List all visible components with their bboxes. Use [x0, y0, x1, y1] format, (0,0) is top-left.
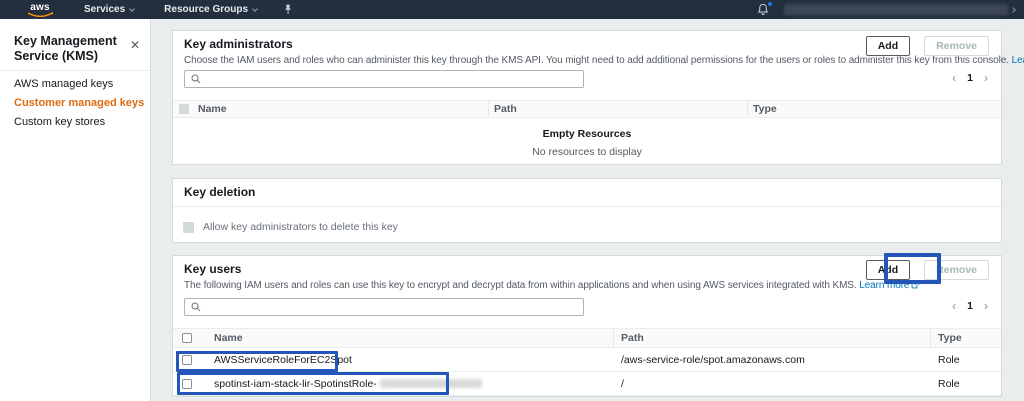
empty-state-message: No resources to display	[173, 146, 1001, 158]
key-deletion-title: Key deletion	[184, 185, 255, 199]
chevron-down-icon	[129, 6, 135, 12]
key-users-search[interactable]	[184, 298, 584, 316]
external-link-icon	[911, 281, 920, 292]
add-button[interactable]: Add	[866, 36, 910, 56]
key-users-section: Key users The following IAM users and ro…	[172, 255, 1002, 397]
remove-button[interactable]: Remove	[924, 260, 989, 280]
sidebar-item-customer-managed-keys[interactable]: Customer managed keys	[14, 94, 146, 113]
cell-name: AWSServiceRoleForEC2Spot	[214, 348, 352, 371]
notification-badge	[768, 2, 772, 6]
column-type: Type	[753, 101, 777, 117]
key-administrators-description: Choose the IAM users and roles who can a…	[184, 55, 1024, 67]
page-number[interactable]: 1	[967, 300, 973, 312]
key-administrators-actions: Add Remove	[866, 36, 989, 56]
key-administrators-title: Key administrators	[184, 37, 293, 51]
search-icon	[191, 74, 201, 84]
kms-sidebar: Key Management Service (KMS) ✕ AWS manag…	[0, 19, 151, 401]
previous-page-icon[interactable]: ‹	[952, 72, 956, 84]
table-header: Name Path Type	[173, 100, 1001, 118]
search-icon	[191, 302, 201, 312]
nav-services-label: Services	[84, 4, 125, 15]
sidebar-nav: AWS managed keys Customer managed keys C…	[14, 75, 146, 132]
learn-more-link[interactable]: Learn more	[859, 280, 909, 291]
next-page-icon[interactable]: ›	[984, 72, 988, 84]
table-header: Name Path Type	[173, 328, 1001, 348]
sidebar-item-custom-key-stores[interactable]: Custom key stores	[14, 113, 146, 132]
select-all-checkbox[interactable]	[179, 104, 189, 114]
key-users-actions: Add Remove	[866, 260, 989, 280]
column-type: Type	[938, 329, 962, 347]
empty-state: Empty Resources No resources to display	[173, 128, 1001, 158]
column-name: Name	[214, 329, 243, 347]
sidebar-divider	[0, 70, 150, 71]
column-divider	[613, 329, 614, 347]
bell-icon	[757, 3, 769, 16]
page-number[interactable]: 1	[967, 72, 973, 84]
key-users-title: Key users	[184, 262, 241, 276]
next-page-icon[interactable]: ›	[984, 300, 988, 312]
sidebar-title: Key Management Service (KMS)	[14, 34, 126, 64]
sidebar-item-aws-managed-keys[interactable]: AWS managed keys	[14, 75, 146, 94]
aws-smile-icon	[27, 12, 53, 18]
key-deletion-section: Key deletion Allow key administrators to…	[172, 178, 1002, 243]
nav-resource-groups-label: Resource Groups	[164, 4, 248, 15]
cell-name: spotinst-iam-stack-lir-SpotinstRole-	[214, 372, 482, 395]
add-button[interactable]: Add	[866, 260, 910, 280]
notifications-button[interactable]	[757, 3, 769, 16]
row-checkbox[interactable]	[182, 355, 192, 365]
allow-deletion-label: Allow key administrators to delete this …	[203, 221, 398, 233]
pin-icon	[283, 4, 293, 15]
top-navbar: aws Services Resource Groups	[0, 0, 1024, 19]
allow-deletion-checkbox[interactable]	[183, 222, 194, 233]
cell-path: /	[621, 372, 624, 395]
learn-more-link[interactable]: Learn more	[1012, 55, 1024, 66]
select-all-checkbox[interactable]	[182, 333, 192, 343]
redacted-text	[380, 379, 482, 388]
key-deletion-option: Allow key administrators to delete this …	[183, 221, 398, 233]
cell-path: /aws-service-role/spot.amazonaws.com	[621, 348, 805, 371]
divider	[173, 206, 1001, 207]
table-row: spotinst-iam-stack-lir-SpotinstRole- / R…	[173, 372, 1001, 396]
description-text: The following IAM users and roles can us…	[184, 280, 857, 291]
sidebar-close-icon[interactable]: ✕	[130, 39, 140, 51]
column-divider	[488, 101, 489, 117]
chevron-down-icon	[252, 6, 258, 12]
pagination: ‹ 1 ›	[952, 300, 988, 312]
table-row: AWSServiceRoleForEC2Spot /aws-service-ro…	[173, 348, 1001, 372]
key-users-description: The following IAM users and roles can us…	[184, 280, 920, 292]
previous-page-icon[interactable]: ‹	[952, 300, 956, 312]
pagination: ‹ 1 ›	[952, 72, 988, 84]
description-text: Choose the IAM users and roles who can a…	[184, 55, 1009, 66]
chevron-icon	[1010, 7, 1016, 13]
key-administrators-search[interactable]	[184, 70, 584, 88]
row-checkbox[interactable]	[182, 379, 192, 389]
key-administrators-section: Key administrators Choose the IAM users …	[172, 30, 1002, 165]
aws-logo[interactable]: aws	[26, 2, 54, 18]
aws-kms-console: aws Services Resource Groups	[0, 0, 1024, 401]
column-path: Path	[494, 101, 517, 117]
account-menu-redacted[interactable]	[784, 4, 1008, 15]
cell-type: Role	[938, 372, 960, 395]
column-divider	[747, 101, 748, 117]
column-divider	[930, 329, 931, 347]
pin-shortcut-button[interactable]	[283, 4, 293, 15]
navbar-right	[757, 0, 1015, 19]
nav-services-menu[interactable]: Services	[84, 4, 134, 15]
cell-name-text: spotinst-iam-stack-lir-SpotinstRole-	[214, 378, 377, 390]
nav-resource-groups-menu[interactable]: Resource Groups	[164, 4, 257, 15]
column-name: Name	[198, 101, 227, 117]
search-input[interactable]	[206, 302, 577, 313]
cell-type: Role	[938, 348, 960, 371]
empty-state-title: Empty Resources	[173, 128, 1001, 140]
search-input[interactable]	[206, 74, 577, 85]
column-path: Path	[621, 329, 644, 347]
remove-button[interactable]: Remove	[924, 36, 989, 56]
